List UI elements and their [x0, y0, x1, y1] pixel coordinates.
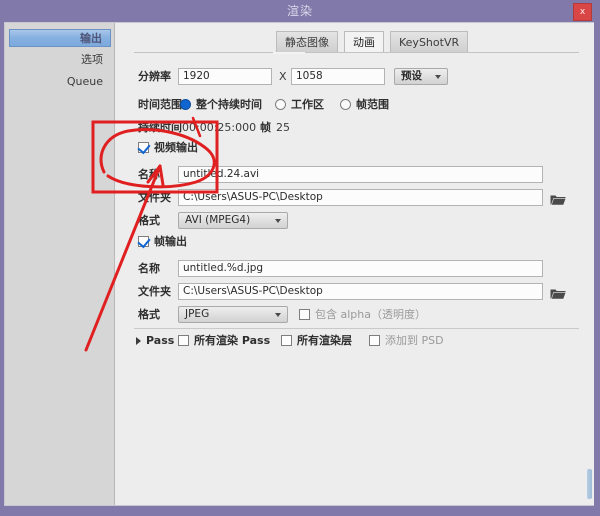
resolution-preset-dropdown[interactable]: 预设 [394, 68, 448, 85]
frame-output-label: 帧输出 [154, 235, 187, 248]
close-icon[interactable]: x [573, 3, 592, 21]
radio-entire-duration-label: 整个持续时间 [196, 98, 262, 111]
resolution-preset-value: 预设 [401, 70, 422, 82]
sidebar: 输出 选项 Queue [5, 23, 115, 505]
render-dialog-window: 渲染 x 输出 选项 Queue 静态图像 动画 KeyShotVR 分辨率 1… [0, 0, 600, 516]
frame-format-label: 格式 [138, 308, 160, 321]
video-folder-input[interactable]: C:\Users\ASUS-PC\Desktop [178, 189, 543, 206]
checkbox-icon [369, 335, 380, 346]
video-folder-label: 文件夹 [138, 191, 171, 204]
video-format-label: 格式 [138, 214, 160, 227]
video-format-dropdown[interactable]: AVI (MPEG4) [178, 212, 288, 229]
add-to-psd-label: 添加到 PSD [385, 334, 444, 347]
checkbox-icon [138, 236, 149, 247]
frames-value: 25 [276, 121, 290, 134]
video-name-input[interactable]: untitled.24.avi [178, 166, 543, 183]
frame-format-dropdown[interactable]: JPEG [178, 306, 288, 323]
resolution-width-input[interactable]: 1920 [178, 68, 272, 85]
title-bar: 渲染 x [0, 0, 600, 22]
video-name-label: 名称 [138, 168, 160, 181]
duration-label: 持续时间 [138, 121, 182, 134]
resolution-separator: X [279, 70, 287, 83]
frame-folder-label: 文件夹 [138, 285, 171, 298]
duration-value: 00:00:25:000 [182, 121, 257, 134]
time-range-label: 时间范围 [138, 98, 182, 111]
radio-work-area-label: 工作区 [291, 98, 324, 111]
dialog-body: 输出 选项 Queue 静态图像 动画 KeyShotVR 分辨率 1920 X… [4, 22, 594, 506]
chevron-down-icon [435, 75, 441, 79]
tab-bar: 静态图像 动画 KeyShotVR [116, 31, 594, 54]
frame-name-label: 名称 [138, 262, 160, 275]
resolution-label: 分辨率 [138, 70, 171, 83]
folder-icon[interactable] [550, 191, 566, 205]
all-render-pass-label: 所有渲染 Pass [194, 334, 271, 347]
pass-separator [134, 328, 579, 329]
chevron-down-icon [275, 313, 281, 317]
sidebar-item-options[interactable]: 选项 [9, 51, 111, 69]
radio-dot-icon [180, 99, 191, 110]
vertical-scrollbar-thumb[interactable] [587, 469, 592, 499]
tab-animation[interactable]: 动画 [344, 31, 384, 52]
sidebar-item-output[interactable]: 输出 [9, 29, 111, 47]
frame-folder-input[interactable]: C:\Users\ASUS-PC\Desktop [178, 283, 543, 300]
tab-still-image[interactable]: 静态图像 [276, 31, 338, 52]
radio-dot-icon [340, 99, 351, 110]
frame-format-value: JPEG [185, 308, 210, 320]
checkbox-icon [281, 335, 292, 346]
video-output-label: 视频输出 [154, 141, 198, 154]
radio-dot-icon [275, 99, 286, 110]
all-render-layers-label: 所有渲染层 [297, 334, 352, 347]
resolution-height-input[interactable]: 1058 [291, 68, 385, 85]
pass-label: Pass [146, 334, 175, 347]
tab-keyshotvr[interactable]: KeyShotVR [390, 31, 469, 52]
tab-underline-gap [273, 52, 305, 54]
folder-icon[interactable] [550, 285, 566, 299]
checkbox-icon [178, 335, 189, 346]
radio-frame-range-label: 帧范围 [356, 98, 389, 111]
tab-underline [134, 52, 579, 53]
checkbox-icon [299, 309, 310, 320]
video-format-value: AVI (MPEG4) [185, 214, 251, 226]
window-title: 渲染 [286, 4, 313, 18]
main-panel: 静态图像 动画 KeyShotVR 分辨率 1920 X 1058 预设 时间范… [116, 23, 594, 505]
checkbox-icon [138, 142, 149, 153]
sidebar-item-queue[interactable]: Queue [9, 73, 111, 91]
chevron-right-icon[interactable] [136, 337, 141, 345]
include-alpha-label: 包含 alpha（透明度） [315, 308, 426, 321]
frame-name-input[interactable]: untitled.%d.jpg [178, 260, 543, 277]
chevron-down-icon [275, 219, 281, 223]
frames-label: 帧 [260, 121, 271, 134]
